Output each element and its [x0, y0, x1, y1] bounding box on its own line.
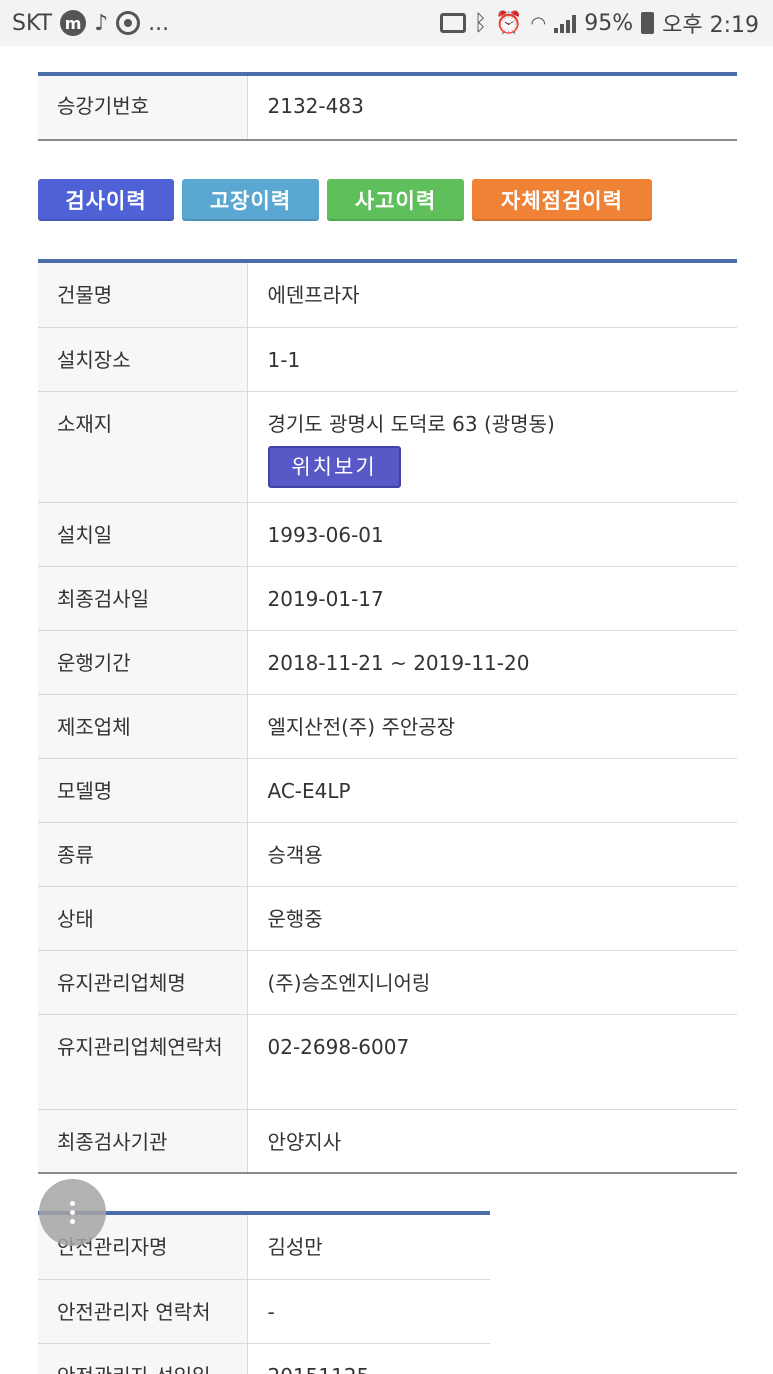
- more-vertical-icon-dot: [70, 1219, 75, 1224]
- address-label: 소재지: [38, 391, 248, 503]
- more-vertical-icon-dot: [70, 1210, 75, 1215]
- more-vertical-icon-dot: [70, 1201, 75, 1206]
- view-location-button[interactable]: 위치보기: [267, 445, 401, 488]
- install-date-value: 1993-06-01: [247, 502, 737, 567]
- table-row: 안전관리자명 김성만: [38, 1215, 490, 1280]
- install-location-value: 1-1: [247, 327, 737, 392]
- status-value: 운행중: [247, 886, 737, 951]
- maintenance-company-label: 유지관리업체명: [38, 950, 248, 1015]
- table-row: 안전관리자 선임일 20151125: [38, 1343, 490, 1374]
- building-name-label: 건물명: [38, 263, 248, 328]
- last-inspection-date-value: 2019-01-17: [247, 566, 737, 631]
- bluetooth-icon: ᛒ: [473, 10, 488, 36]
- table-row: 승강기번호 2132-483: [38, 76, 737, 141]
- table-row: 운행기간 2018-11-21 ~ 2019-11-20: [38, 630, 737, 695]
- type-value: 승객용: [247, 822, 737, 887]
- safety-manager-contact-label: 안전관리자 연락처: [38, 1279, 248, 1344]
- floating-menu-button[interactable]: [39, 1179, 106, 1246]
- signal-icon: [554, 13, 577, 33]
- operation-period-label: 운행기간: [38, 630, 248, 695]
- maintenance-company-value: (주)승조엔지니어링: [247, 950, 737, 1015]
- sync-icon: [116, 11, 141, 35]
- status-left: SKT m ♪ ...: [12, 10, 169, 36]
- safety-manager-contact-value: -: [247, 1279, 490, 1344]
- install-date-label: 설치일: [38, 502, 248, 567]
- building-name-value: 에덴프라자: [247, 263, 737, 328]
- last-inspection-agency-value: 안양지사: [247, 1109, 737, 1174]
- tab-accident-history[interactable]: 사고이력: [327, 179, 464, 221]
- safety-manager-table: 안전관리자명 김성만 안전관리자 연락처 - 안전관리자 선임일 2015112…: [38, 1215, 490, 1374]
- wifi-icon: ◠: [530, 12, 547, 34]
- table-row: 제조업체 엘지산전(주) 주안공장: [38, 694, 737, 759]
- table-row: 설치장소 1-1: [38, 327, 737, 392]
- table-row: 안전관리자 연락처 -: [38, 1279, 490, 1344]
- address-cell: 경기도 광명시 도덕로 63 (광명동) 위치보기: [247, 391, 737, 503]
- battery-icon: [641, 12, 655, 34]
- m-app-icon: m: [60, 10, 87, 36]
- table-row: 소재지 경기도 광명시 도덕로 63 (광명동) 위치보기: [38, 391, 737, 503]
- address-value: 경기도 광명시 도덕로 63 (광명동): [267, 411, 555, 436]
- clock: 오후 2:19: [662, 13, 759, 38]
- tab-failure-history[interactable]: 고장이력: [182, 179, 319, 221]
- table-row: 유지관리업체연락처 02-2698-6007: [38, 1014, 737, 1110]
- battery-percent: 95%: [584, 10, 634, 36]
- lift-number-value: 2132-483: [247, 76, 737, 141]
- install-location-label: 설치장소: [38, 327, 248, 392]
- table-row: 유지관리업체명 (주)승조엔지니어링: [38, 950, 737, 1015]
- table-row: 최종검사일 2019-01-17: [38, 566, 737, 631]
- safety-manager-name-value: 김성만: [247, 1215, 490, 1280]
- last-inspection-agency-label: 최종검사기관: [38, 1109, 248, 1174]
- status-bar: SKT m ♪ ... ᛒ ⏰ ◠ 95% 오후 2:19: [0, 0, 773, 46]
- cast-icon: [439, 13, 466, 33]
- last-inspection-date-label: 최종검사일: [38, 566, 248, 631]
- maintenance-contact-value: 02-2698-6007: [247, 1014, 737, 1110]
- tiktok-icon: ♪: [94, 10, 109, 36]
- table-row: 설치일 1993-06-01: [38, 502, 737, 567]
- carrier-label: SKT: [12, 10, 53, 36]
- table-row: 최종검사기관 안양지사: [38, 1109, 737, 1174]
- lift-number-table: 승강기번호 2132-483: [38, 76, 737, 141]
- safety-manager-appointed-label: 안전관리자 선임일: [38, 1343, 248, 1374]
- safety-manager-appointed-value: 20151125: [247, 1343, 490, 1374]
- manufacturer-value: 엘지산전(주) 주안공장: [247, 694, 737, 759]
- maintenance-contact-label: 유지관리업체연락처: [38, 1014, 248, 1110]
- model-name-label: 모델명: [38, 758, 248, 823]
- table-row: 종류 승객용: [38, 822, 737, 887]
- model-name-value: AC-E4LP: [247, 758, 737, 823]
- operation-period-value: 2018-11-21 ~ 2019-11-20: [247, 630, 737, 695]
- status-right: ᛒ ⏰ ◠ 95% 오후 2:19: [439, 7, 759, 39]
- table-row: 상태 운행중: [38, 886, 737, 951]
- tab-inspection-history[interactable]: 검사이력: [38, 179, 174, 221]
- lift-number-label: 승강기번호: [38, 76, 248, 141]
- tab-self-check-history[interactable]: 자체점검이력: [472, 179, 652, 221]
- table-row: 모델명 AC-E4LP: [38, 758, 737, 823]
- table-row: 건물명 에덴프라자: [38, 263, 737, 328]
- type-label: 종류: [38, 822, 248, 887]
- more-notifications: ...: [148, 10, 170, 36]
- details-table: 건물명 에덴프라자 설치장소 1-1 소재지 경기도 광명시 도덕로 63 (광…: [38, 263, 737, 1174]
- manufacturer-label: 제조업체: [38, 694, 248, 759]
- status-label: 상태: [38, 886, 248, 951]
- alarm-icon: ⏰: [495, 10, 523, 36]
